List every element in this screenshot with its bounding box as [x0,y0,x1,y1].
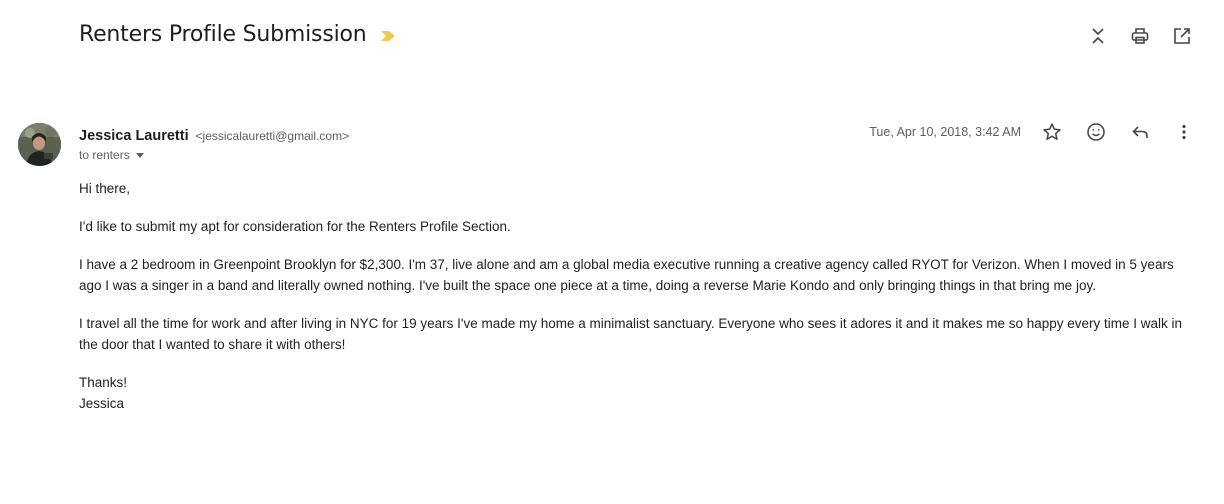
recipient-details-toggle[interactable]: to renters [79,148,349,162]
sender-line: Jessica Lauretti <jessicalauretti@gmail.… [79,126,349,145]
sender-avatar[interactable] [18,123,61,166]
sender-name[interactable]: Jessica Lauretti [79,128,189,144]
body-greeting: Hi there, [79,181,131,196]
sender-email: <jessicalauretti@gmail.com> [195,129,350,143]
email-subject: Renters Profile Submission [79,22,367,47]
star-icon[interactable] [1042,122,1062,142]
sender-block: Jessica Lauretti <jessicalauretti@gmail.… [79,126,349,162]
body-closing: Thanks! [79,375,128,390]
body-paragraph-1: I'd like to submit my apt for considerat… [79,219,511,234]
message-actions [1042,122,1194,142]
message-meta: Tue, Apr 10, 2018, 3:42 AM [869,122,1194,142]
subject-row: Renters Profile Submission [79,22,396,47]
body-paragraph-2: I have a 2 bedroom in Greenpoint Brookly… [79,257,1174,293]
recipient-label: to renters [79,148,130,162]
reply-icon[interactable] [1130,122,1150,142]
message-date: Tue, Apr 10, 2018, 3:42 AM [869,125,1021,139]
body-signature: Jessica [79,396,125,411]
chevron-down-icon[interactable] [135,152,144,158]
open-in-new-window-icon[interactable] [1172,26,1192,46]
importance-marker-icon[interactable] [380,29,396,41]
emoji-reaction-icon[interactable] [1086,122,1106,142]
message-body: Hi there, I'd like to submit my apt for … [79,178,1199,414]
collapse-all-icon[interactable] [1088,26,1108,46]
print-icon[interactable] [1130,26,1150,46]
more-options-icon[interactable] [1174,122,1194,142]
body-paragraph-3: I travel all the time for work and after… [79,316,1183,352]
thread-actions [1088,26,1192,46]
